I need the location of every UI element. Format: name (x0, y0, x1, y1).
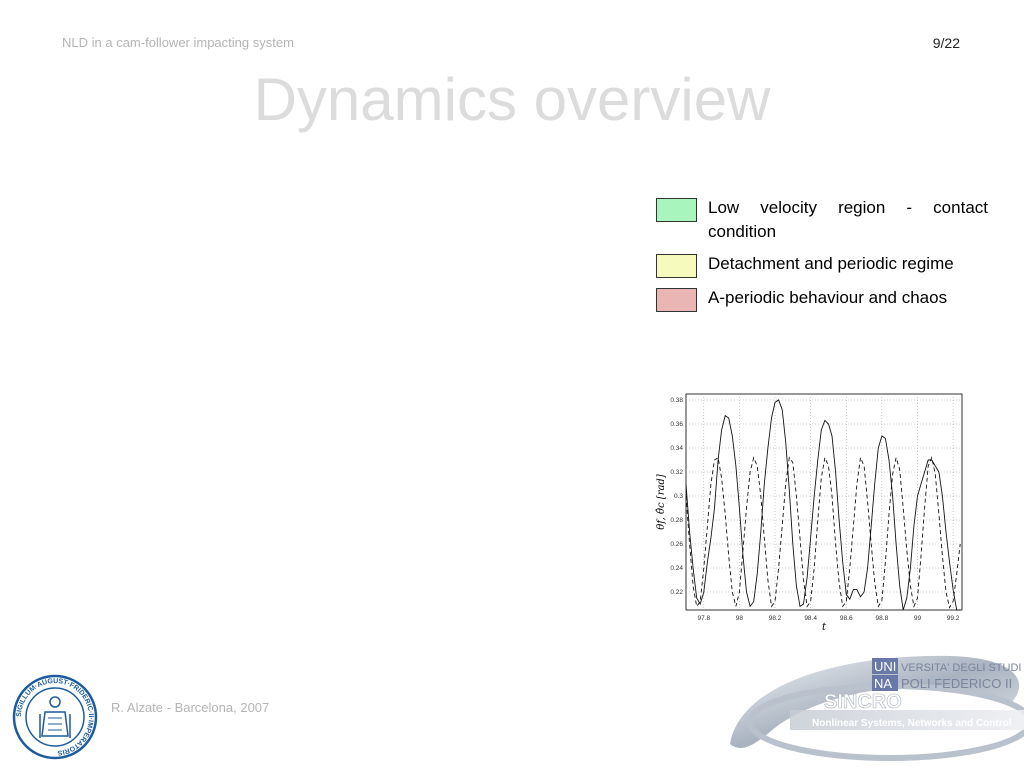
legend-swatch-green (656, 198, 697, 222)
y-tick-label: 0.26 (670, 541, 683, 548)
plot-frame (685, 393, 963, 611)
y-tick-label: 0.32 (670, 469, 683, 476)
region-legend: Low velocity region - contact condition … (656, 196, 990, 320)
legend-item: A-periodic behaviour and chaos (656, 286, 990, 312)
x-tick-label: 98.2 (769, 615, 782, 622)
y-tick-label: 0.24 (670, 565, 683, 572)
legend-swatch-yellow (656, 254, 697, 278)
x-tick-label: 98.8 (876, 615, 889, 622)
y-tick-label: 0.22 (670, 589, 683, 596)
x-tick-label: 99 (914, 615, 922, 622)
legend-swatch-red (656, 288, 697, 312)
institution-logo: UNI NA VERSITA' DEGLI STUDI DI POLI FEDE… (720, 644, 1024, 768)
x-tick-label: 97.8 (697, 615, 710, 622)
legend-label: Low velocity region - contact condition (708, 198, 988, 241)
logo-versita: VERSITA' DEGLI STUDI DI (901, 662, 1024, 674)
time-series-chart: 97.8 98 98.2 98.4 98.6 98.8 99 99.2 0.22 0.24 0.26… (648, 386, 974, 633)
logo-tagline: Nonlinear Systems, Networks and Control (812, 718, 1012, 729)
footer-author: R. Alzate - Barcelona, 2007 (111, 700, 270, 715)
x-tick-label: 98.6 (840, 615, 853, 622)
logo-federico: POLI FEDERICO II (901, 676, 1012, 691)
y-tick-label: 0.36 (670, 421, 683, 428)
logo-uni: UNI (874, 659, 896, 674)
y-axis-label: θf, θ̂c [rad] (656, 474, 667, 530)
y-tick-label: 0.28 (670, 517, 683, 524)
y-tick-label: 0.34 (670, 445, 683, 452)
page-number: 9/22 (932, 35, 960, 51)
seal-emblem-icon: SIGILLUM·AUGUST·FRIDERIC·II·IMPERATORIS (12, 674, 98, 760)
legend-label: Detachment and periodic regime (708, 254, 954, 273)
legend-item: Detachment and periodic regime (656, 252, 990, 278)
x-tick-label: 99.2 (947, 615, 960, 622)
y-tick-label: 0.38 (670, 397, 683, 404)
running-header: NLD in a cam-follower impacting system (62, 35, 294, 50)
x-tick-label: 98.4 (804, 615, 817, 622)
university-seal: SIGILLUM·AUGUST·FRIDERIC·II·IMPERATORIS (12, 674, 98, 760)
legend-item: Low velocity region - contact condition (656, 196, 990, 244)
logo-na: NA (874, 676, 892, 691)
slide-title: Dynamics overview (253, 66, 771, 133)
x-tick-label: 98 (736, 615, 744, 622)
legend-label: A-periodic behaviour and chaos (708, 288, 948, 307)
chart-svg: 97.8 98 98.2 98.4 98.6 98.8 99 99.2 0.22 0.24 0.26… (656, 393, 963, 633)
y-tick-label: 0.3 (674, 493, 683, 500)
sincro-logo-icon: UNI NA VERSITA' DEGLI STUDI DI POLI FEDE… (730, 655, 1024, 761)
logo-sincro: SINCRO (824, 691, 902, 713)
x-axis-label: t (822, 622, 827, 632)
